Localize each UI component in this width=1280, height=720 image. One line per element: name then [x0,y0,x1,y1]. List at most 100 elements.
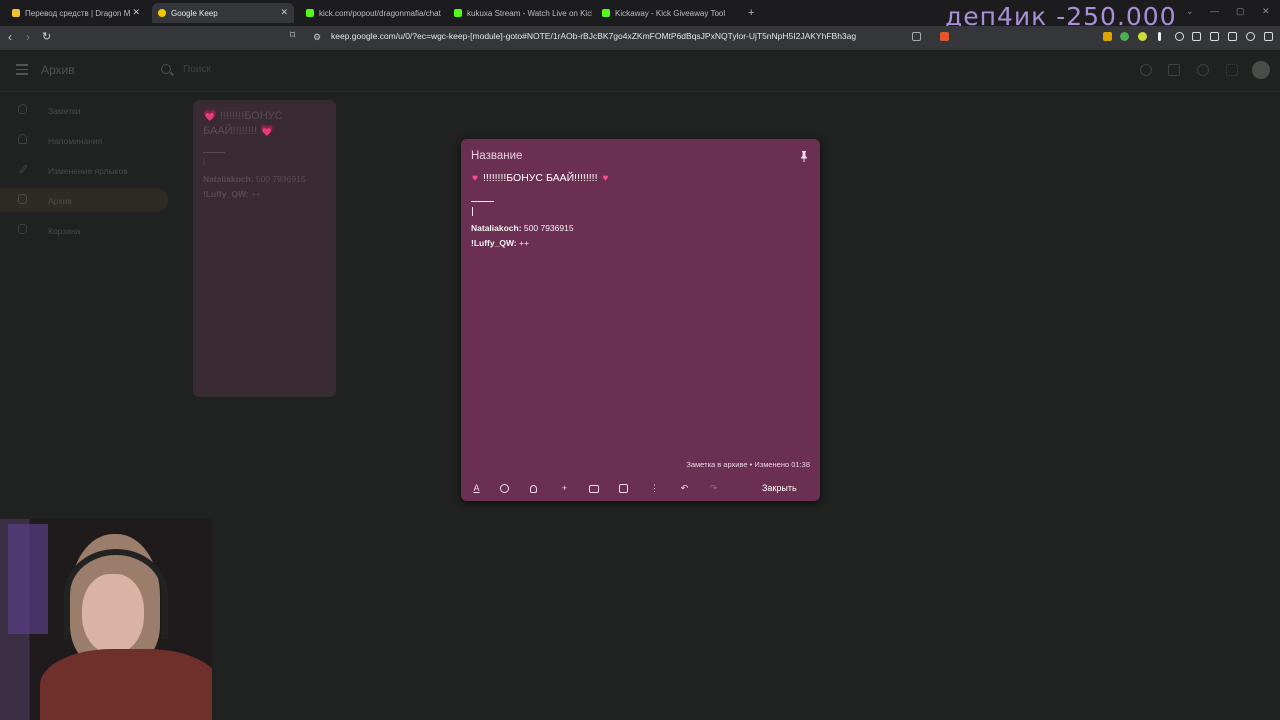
palette-icon[interactable] [500,484,509,493]
note-editor-dialog: Название ♥ !!!!!!!!БОНУС БААЙ!!!!!!!! ♥ … [461,139,820,501]
sidebar-item-notes[interactable]: Заметки [0,98,168,122]
reminder-bell-icon[interactable] [530,485,537,493]
forward-icon[interactable]: › [26,30,30,44]
unarchive-icon[interactable] [619,484,628,493]
text-format-icon[interactable]: A [471,483,482,494]
bookmark-icon[interactable]: ⌑ [290,30,295,41]
note-body-line[interactable]: !Luffy_QW: ++ [471,238,529,248]
page-title: Архив [41,63,75,77]
tab-label: Kickaway - Kick Giveaway Tool [615,8,726,18]
note-card-value: 500 7936915 [255,174,306,184]
kick-icon [306,9,314,17]
media-icon[interactable] [1210,32,1219,41]
browser-tabbar: Перевод средств | Dragon M ✕ Google Keep… [0,0,1280,31]
note-card-title: 💗 !!!!!!!!БОНУС БААЙ!!!!!!!! 💗 [203,110,283,137]
collaborator-icon[interactable]: + [559,483,570,494]
sidebar-item-label: Корзина [48,226,81,236]
note-card-cursor: | [203,156,206,166]
webcam-overlay [0,519,212,720]
tab-kukuxa-stream[interactable]: kukuxa Stream - Watch Live on Kick [448,3,592,23]
window-close-icon[interactable]: ✕ [1262,6,1270,17]
tab-kick-chat[interactable]: kick.com/popout/dragonmafia/chat [300,3,444,23]
kick-icon [602,9,610,17]
avatar[interactable] [1252,61,1270,79]
maximize-icon[interactable]: ▢ [1236,6,1245,17]
image-icon[interactable] [589,485,599,493]
sidebar-item-label: Напоминания [48,136,103,146]
note-card-line: !Luffy_QW: ++ [203,189,261,199]
search-input[interactable]: Поиск [183,64,211,75]
note-card-user: Nataliakoch: [203,174,254,184]
extension-bar-icon[interactable] [1158,32,1161,41]
note-card-value: ++ [251,189,261,199]
note-card-user: !Luffy_QW: [203,189,249,199]
redo-icon[interactable]: ↷ [708,483,719,494]
sidebar-item-label: Изменение ярлыков [48,166,128,176]
new-tab-button[interactable]: + [742,3,762,23]
heart-icon: ♥ [602,172,609,184]
menu-icon[interactable] [1264,32,1273,41]
browser-toolbar: ‹ › ↻ ⌑ ⚙ keep.google.com/u/0/?ec=wgc-ke… [0,26,1280,50]
archive-icon [18,194,27,204]
tab-google-keep[interactable]: Google Keep ✕ [152,3,294,23]
sidebar-item-archive[interactable]: Архив [0,188,168,212]
tab-search-chevron-icon[interactable]: ⌄ [1186,6,1194,17]
address-bar[interactable]: keep.google.com/u/0/?ec=wgc-keep-[module… [331,31,931,45]
extension-star-icon[interactable] [1228,32,1237,41]
apps-grid-icon[interactable] [1226,64,1238,76]
bulb-icon [18,104,27,114]
heart-icon: ♥ [472,172,478,184]
close-tab-icon[interactable]: ✕ [280,7,288,18]
sidebar-item-label: Архив [48,196,72,206]
trash-icon [18,224,27,234]
brave-shield-icon[interactable] [940,32,949,41]
note-user: Nataliakoch: [471,223,522,233]
extension-lime-icon[interactable] [1138,32,1147,41]
note-separator [471,201,494,202]
minimize-icon[interactable]: — [1210,6,1219,16]
search-icon[interactable] [161,64,171,74]
keep-bulb-icon [158,9,166,17]
reload-icon[interactable]: ↻ [42,30,51,43]
undo-icon[interactable]: ↶ [679,483,690,494]
vpn-icon[interactable] [1246,32,1255,41]
sidebar-item-label: Заметки [48,106,81,116]
back-icon[interactable]: ‹ [8,30,12,44]
extension-eye-icon[interactable] [1175,32,1184,41]
note-title-input[interactable]: Название [471,150,522,162]
list-view-icon[interactable] [1168,64,1180,76]
note-heading-text: !!!!!!!!БОНУС БААЙ!!!!!!!! [482,172,598,184]
refresh-icon[interactable] [1140,64,1152,76]
note-heading-line[interactable]: ♥ !!!!!!!!БОНУС БААЙ!!!!!!!! ♥ [472,172,613,184]
sidebar-item-edit-labels[interactable]: Изменение ярлыков [0,158,168,182]
extension-green-icon[interactable] [1120,32,1129,41]
archived-note-card[interactable]: 💗 !!!!!!!!БОНУС БААЙ!!!!!!!! 💗 | Natalia… [193,100,336,397]
note-user: !Luffy_QW: [471,238,517,248]
tab-label: kukuxa Stream - Watch Live on Kick [467,8,592,18]
hamburger-menu-icon[interactable] [16,64,28,75]
pin-icon[interactable] [800,151,808,162]
site-settings-icon[interactable]: ⚙ [313,32,321,43]
tab-label: Перевод средств | Dragon M [25,8,131,18]
tab-dragon-transfer[interactable]: Перевод средств | Dragon M ✕ [6,3,146,23]
note-body-line[interactable]: Nataliakoch: 500 7936915 [471,223,574,233]
cast-icon[interactable] [912,32,921,41]
tab-kickaway[interactable]: Kickaway - Kick Giveaway Tool [596,3,736,23]
note-card-line: Nataliakoch: 500 7936915 [203,174,306,184]
extension-pen-icon[interactable] [1103,32,1112,41]
text-cursor [472,207,473,216]
tab-label: kick.com/popout/dragonmafia/chat [319,8,441,18]
keep-header: Архив Поиск [0,50,1280,92]
settings-gear-icon[interactable] [1197,64,1209,76]
extensions-puzzle-icon[interactable] [1192,32,1201,41]
close-tab-icon[interactable]: ✕ [132,7,140,18]
note-value: ++ [519,238,529,248]
sidebar-item-reminders[interactable]: Напоминания [0,128,168,152]
bell-icon [18,134,27,144]
tab-label: Google Keep [171,8,218,18]
note-card-separator [203,152,225,153]
note-value: 500 7936915 [523,223,574,233]
close-button[interactable]: Закрыть [762,483,797,493]
sidebar-item-trash[interactable]: Корзина [0,218,168,242]
more-options-icon[interactable]: ⋮ [649,483,660,494]
